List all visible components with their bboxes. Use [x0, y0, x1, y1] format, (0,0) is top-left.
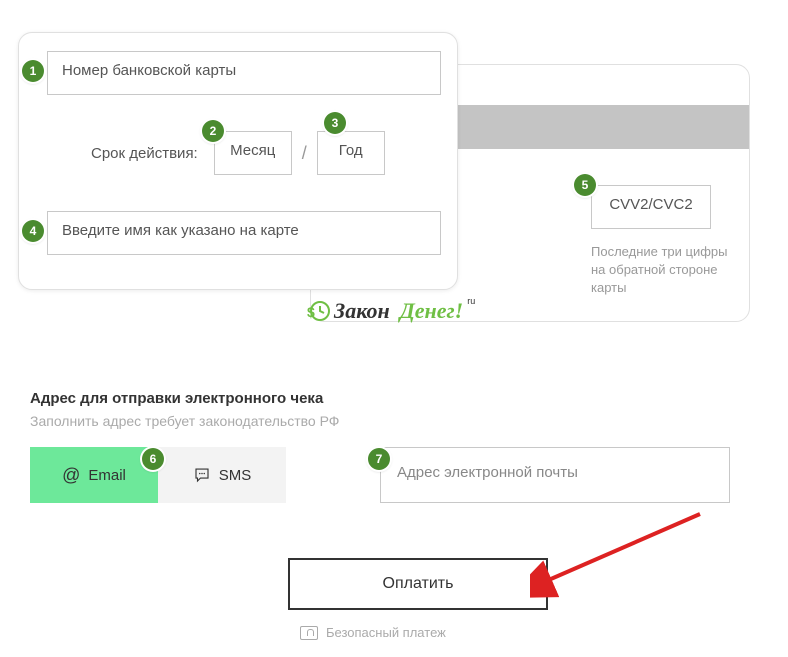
expiry-separator: /: [302, 143, 307, 164]
clock-dollar-icon: $: [306, 299, 330, 323]
card-number-input[interactable]: Номер банковской карты: [47, 51, 441, 95]
secure-payment-label: Безопасный платеж: [326, 625, 446, 640]
cvv-hint-text: Последние три цифры на обратной стороне …: [591, 243, 731, 298]
site-logo: $ Закон Денег! ru: [306, 298, 475, 324]
expiry-label: Срок действия:: [91, 145, 198, 162]
expiry-row: Срок действия: Месяц / Год: [91, 131, 385, 175]
at-icon: @: [62, 465, 80, 486]
badge-6: 6: [142, 448, 164, 470]
tab-email-label: Email: [88, 467, 126, 484]
badge-5: 5: [574, 174, 596, 196]
badge-4: 4: [22, 220, 44, 242]
badge-2: 2: [202, 120, 224, 142]
tab-sms-label: SMS: [219, 467, 252, 484]
logo-text-1: Закон: [334, 298, 390, 324]
logo-ru: ru: [467, 296, 475, 306]
cardholder-input[interactable]: Введите имя как указано на карте: [47, 211, 441, 255]
card-front: Номер банковской карты Срок действия: Ме…: [18, 32, 458, 290]
svg-text:$: $: [307, 304, 315, 320]
expiry-year-input[interactable]: Год: [317, 131, 385, 175]
badge-3: 3: [324, 112, 346, 134]
badge-7: 7: [368, 448, 390, 470]
expiry-month-input[interactable]: Месяц: [214, 131, 292, 175]
tab-email[interactable]: @ Email: [30, 447, 158, 503]
logo-text-2: Денег!: [400, 298, 463, 324]
receipt-title: Адрес для отправки электронного чека: [30, 390, 750, 407]
receipt-subtitle: Заполнить адрес требует законодательство…: [30, 413, 750, 429]
chat-icon: [193, 466, 211, 484]
tab-sms[interactable]: SMS: [158, 447, 286, 503]
badge-1: 1: [22, 60, 44, 82]
pay-button[interactable]: Оплатить: [288, 558, 548, 610]
email-input[interactable]: Адрес электронной почты: [380, 447, 730, 503]
cvv-input[interactable]: CVV2/CVC2: [591, 185, 711, 229]
annotation-arrow: [530, 510, 710, 600]
secure-payment-row: Безопасный платеж: [300, 625, 446, 640]
receipt-section: Адрес для отправки электронного чека Зап…: [30, 390, 750, 503]
lock-card-icon: [300, 626, 318, 640]
